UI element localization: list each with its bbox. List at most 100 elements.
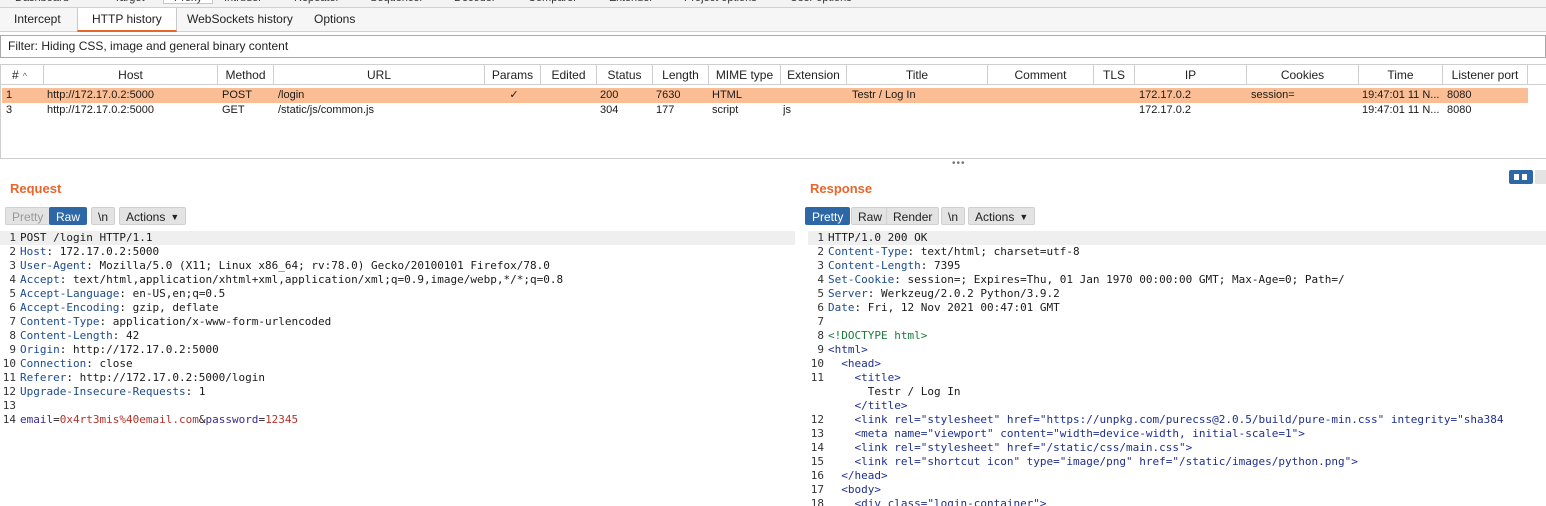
column-header-cookies[interactable]: Cookies	[1247, 65, 1359, 85]
column-header-url[interactable]: URL	[274, 65, 485, 85]
response-pretty-button[interactable]: Pretty	[805, 207, 851, 225]
column-header-status[interactable]: Status	[597, 65, 653, 85]
top-tab-dashboard[interactable]: Dashboard	[15, 0, 69, 4]
cell-ip: 172.17.0.2	[1139, 104, 1191, 116]
header-value: : text/html; charset=utf-8	[907, 245, 1080, 258]
cell-length: 177	[656, 104, 675, 116]
response-pane-title: Response	[810, 181, 873, 196]
top-tab-extender[interactable]: Extender	[609, 0, 653, 4]
request-actions-button[interactable]: Actions ▼	[119, 207, 187, 225]
column-header-edited[interactable]: Edited	[541, 65, 597, 85]
column-header-params[interactable]: Params	[485, 65, 541, 85]
cell-cookies	[1251, 103, 1359, 118]
table-row[interactable]: 1 http://172.17.0.2:5000 POST/login ✓ 200 763…	[2, 88, 1528, 103]
header-value: : gzip, deflate	[119, 301, 219, 314]
top-tab-project-options[interactable]: Project options	[684, 0, 757, 4]
header-name: Content-Type	[828, 245, 908, 258]
table-row[interactable]: 3 http://172.17.0.2:5000 GET/static/js/com…	[2, 103, 1528, 118]
tab-options[interactable]: Options	[300, 8, 369, 32]
proxy-sub-tab-bar: Intercept HTTP history WebSockets history O…	[0, 8, 1546, 32]
html-source: <link rel="shortcut icon" type="image/pn…	[854, 455, 1358, 468]
header-name: Origin	[20, 343, 60, 356]
column-header-label: Host	[118, 68, 143, 82]
html-source: <!DOCTYPE html>	[828, 329, 928, 342]
line-number: 12	[2, 385, 16, 398]
top-tab-intruder[interactable]: Intruder	[224, 0, 262, 4]
response-html-line: 10 <head>	[808, 357, 1546, 371]
column-header-label: #	[12, 68, 19, 82]
line-number: 4	[9, 273, 16, 286]
cell-ext: js	[783, 104, 791, 116]
column-header-title[interactable]: Title	[847, 65, 988, 85]
cell-host: http://172.17.0.2:5000	[47, 89, 155, 101]
response-actions-button[interactable]: Actions ▼	[968, 207, 1036, 225]
column-header-host[interactable]: Host	[44, 65, 218, 85]
request-line: 3 User-Agent: Mozilla/5.0 (X11; Linux x86…	[0, 259, 795, 273]
html-source: <meta name="viewport" content="width=dev…	[854, 427, 1305, 440]
response-actions-label: Actions	[975, 210, 1015, 224]
column-header-method[interactable]: Method	[218, 65, 274, 85]
top-tab-proxy[interactable]: Proxy	[163, 0, 214, 4]
line-number: 9	[817, 343, 824, 356]
column-header-extension[interactable]: Extension	[781, 65, 847, 85]
column-header-length[interactable]: Length	[653, 65, 709, 85]
header-value: : en-US,en;q=0.5	[119, 287, 226, 300]
cell-ext	[783, 88, 847, 103]
request-newline-button[interactable]: \n	[91, 207, 116, 225]
header-value: : 42	[112, 329, 140, 342]
column-header-comment[interactable]: Comment	[988, 65, 1094, 85]
line-number: 4	[817, 273, 824, 286]
cell-ip: 172.17.0.2	[1139, 89, 1191, 101]
tab-intercept[interactable]: Intercept	[0, 8, 75, 32]
cell-tls	[1097, 88, 1135, 103]
split-view-toggle-icon[interactable]	[1509, 170, 1533, 184]
column-header-ip[interactable]: IP	[1135, 65, 1247, 85]
param-value-password: 12345	[265, 413, 299, 426]
column-header-tls[interactable]: TLS	[1094, 65, 1135, 85]
request-editor[interactable]: 1 POST /login HTTP/1.1 2 Host: 172.17.0.2:5…	[0, 231, 795, 506]
top-tab-user-options[interactable]: User options	[790, 0, 852, 4]
line-number: 3	[817, 259, 824, 272]
request-raw-button[interactable]: Raw	[49, 207, 88, 225]
filter-bar[interactable]: Filter: Hiding CSS, image and general bi…	[0, 35, 1546, 58]
top-tab-sequencer[interactable]: Sequencer	[370, 0, 423, 4]
header-value: : application/x-www-form-urlencoded	[99, 315, 332, 328]
column-header-mime-type[interactable]: MIME type	[709, 65, 781, 85]
line-number: 13	[810, 427, 824, 440]
header-value: HTTP/1.0 200 OK	[828, 231, 928, 244]
request-line: 1 POST /login HTTP/1.1	[0, 231, 795, 245]
tab-http-history[interactable]: HTTP history	[77, 8, 177, 32]
line-number: 15	[810, 455, 824, 468]
layout-toggle-icon[interactable]	[1535, 170, 1546, 184]
line-number: 17	[810, 483, 824, 496]
tab-websockets-history[interactable]: WebSockets history	[173, 8, 307, 32]
response-editor[interactable]: 1 HTTP/1.0 200 OK 2 Content-Type: text/html…	[808, 231, 1546, 506]
top-tab-target[interactable]: Target	[114, 0, 145, 4]
top-tab-comparer[interactable]: Comparer	[528, 0, 577, 4]
column-header-listener-port[interactable]: Listener port	[1443, 65, 1528, 85]
request-body-line: 14 email=0x4rt3mis%40email.com&password=1…	[0, 413, 795, 427]
pane-splitter-handle[interactable]: •••	[952, 158, 966, 169]
response-newline-button[interactable]: \n	[941, 207, 966, 225]
html-source: <title>	[854, 371, 901, 384]
column-header-number[interactable]: # ^	[1, 65, 44, 85]
column-header-label: Title	[905, 68, 929, 82]
cell-num: 3	[6, 104, 13, 116]
line-number: 13	[2, 399, 16, 412]
response-html-line: 9 <html>	[808, 343, 1546, 357]
column-header-time[interactable]: Time	[1359, 65, 1443, 85]
cell-url: /static/js/common.js	[278, 104, 374, 116]
top-tab-repeater[interactable]: Repeater	[294, 0, 339, 4]
line-number: 8	[9, 329, 16, 342]
top-tab-decoder[interactable]: Decoder	[454, 0, 496, 4]
response-render-button[interactable]: Render	[886, 207, 940, 225]
response-raw-button[interactable]: Raw	[851, 207, 890, 225]
request-pretty-button[interactable]: Pretty	[5, 207, 51, 225]
line-number: 10	[810, 357, 824, 370]
cell-length: 7630	[656, 89, 681, 101]
line-number: 9	[9, 343, 16, 356]
request-line: 4 Accept: text/html,application/xhtml+xml…	[0, 273, 795, 287]
